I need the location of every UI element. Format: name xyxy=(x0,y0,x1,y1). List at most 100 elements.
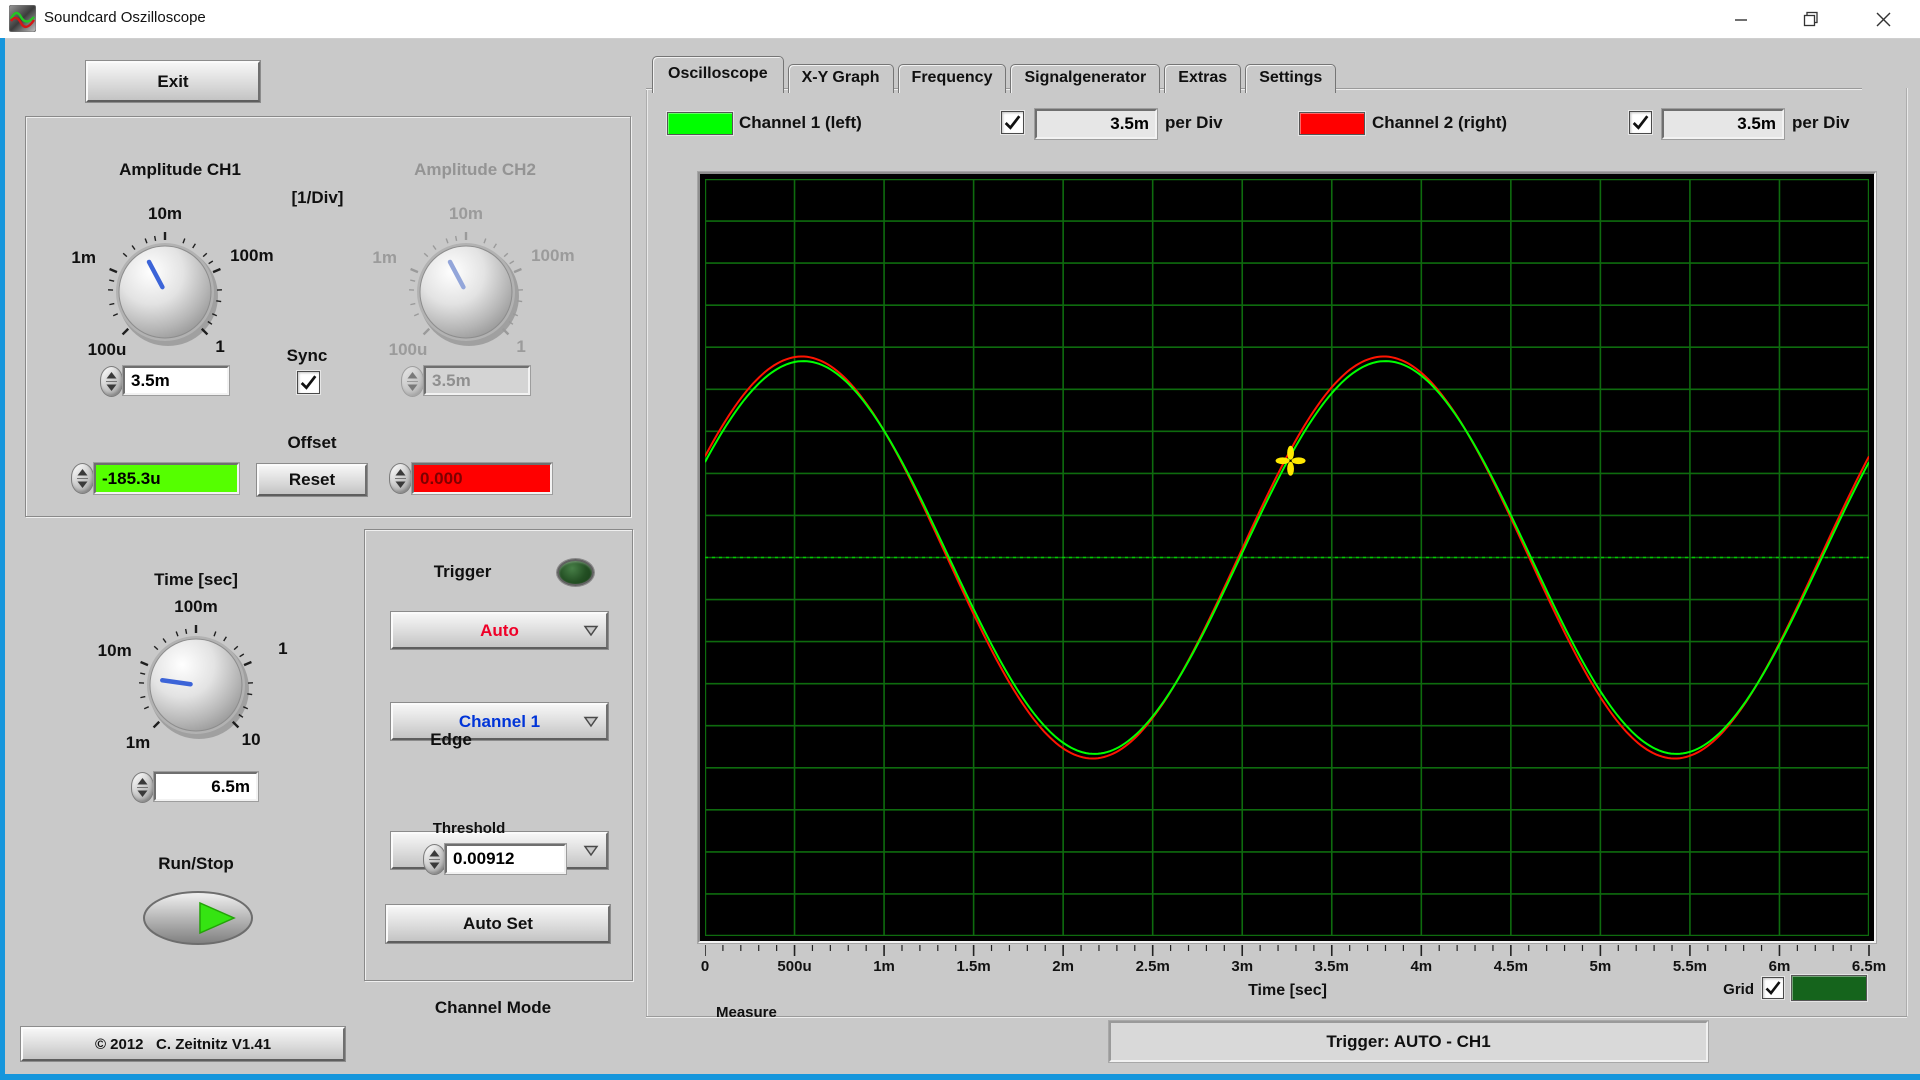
knob-scale-label: 10 xyxy=(241,730,261,750)
channel2-enable-checkbox[interactable] xyxy=(1629,111,1652,134)
amplitude-ch1-value-field[interactable]: 3.5m xyxy=(123,366,229,395)
knob-scale-label: 10m xyxy=(147,204,183,223)
trigger-mode-dropdown[interactable]: Auto xyxy=(391,612,608,649)
knob-scale-label: 1m xyxy=(125,732,151,752)
x-axis-title: Time [sec] xyxy=(1248,982,1327,999)
amplitude-ch1-title: Amplitude CH1 xyxy=(119,160,241,179)
tabpage-right-edge xyxy=(1906,88,1907,1016)
x-axis-tick-label: 6m xyxy=(1768,958,1791,975)
offset-ch1-field[interactable]: -185.3u xyxy=(94,463,239,494)
knob-scale-label: 100u xyxy=(388,339,428,359)
offset-ch2-field[interactable]: 0.000 xyxy=(412,463,552,494)
measure-label: Measure xyxy=(716,1004,777,1021)
x-axis-tick-label: 1.5m xyxy=(956,958,991,975)
time-value-field[interactable]: 6.5m xyxy=(154,772,258,801)
minimize-button[interactable] xyxy=(1712,0,1770,38)
knob-scale-label: 1m xyxy=(71,248,96,268)
exit-button[interactable]: Exit xyxy=(86,61,260,102)
tab-signalgenerator[interactable]: Signalgenerator xyxy=(1010,64,1161,93)
spinner-arrows-icon xyxy=(137,778,148,797)
amplitude-ch1-spinner[interactable] xyxy=(100,366,123,397)
knob-scale-label: 10m xyxy=(448,204,484,223)
offset-label: Offset xyxy=(287,433,337,452)
x-axis-tick-label: 3m xyxy=(1231,958,1254,975)
channel2-color-swatch xyxy=(1299,112,1365,135)
channel1-color-swatch xyxy=(667,112,733,135)
tab-oscilloscope[interactable]: Oscilloscope xyxy=(652,56,784,93)
tab-frequency[interactable]: Frequency xyxy=(897,64,1007,93)
app-icon xyxy=(8,4,37,37)
check-icon xyxy=(1632,115,1649,130)
oscilloscope-plot[interactable] xyxy=(705,179,1869,936)
knob-scale-label: 100u xyxy=(87,339,127,359)
channel2-per-div-field[interactable]: 3.5m xyxy=(1662,109,1784,139)
x-axis-tick-label: 6.5m xyxy=(1851,958,1887,975)
close-button[interactable] xyxy=(1854,0,1912,38)
x-axis-tick-label: 5m xyxy=(1589,958,1612,975)
auto-set-button[interactable]: Auto Set xyxy=(386,905,610,943)
spinner-arrows-icon xyxy=(395,469,406,488)
grid-label: Grid xyxy=(1723,981,1754,998)
maximize-restore-button[interactable] xyxy=(1782,0,1840,38)
knob-scale-label: 1 xyxy=(516,337,526,357)
knob-scale-label: 1 xyxy=(215,337,225,357)
x-axis-tick-label: 3.5m xyxy=(1314,958,1349,975)
x-axis-ruler xyxy=(705,945,1870,956)
chevron-down-icon xyxy=(583,845,599,856)
offset-reset-button[interactable]: Reset xyxy=(257,464,367,496)
knob-scale-label: 1m xyxy=(372,248,397,268)
channel2-per-div-label: per Div xyxy=(1792,113,1850,132)
channel1-per-div-field[interactable]: 3.5m xyxy=(1035,109,1157,139)
offset-ch2-spinner[interactable] xyxy=(389,463,412,494)
channel1-enable-checkbox[interactable] xyxy=(1001,111,1024,134)
chevron-down-icon xyxy=(583,625,599,636)
channel2-label: Channel 2 (right) xyxy=(1372,113,1508,132)
window-border-bottom xyxy=(0,1074,1920,1080)
run-stop-icon xyxy=(143,891,253,945)
minimize-icon xyxy=(1735,19,1747,21)
tab-x-y-graph[interactable]: X-Y Graph xyxy=(787,64,894,93)
sync-checkbox[interactable] xyxy=(297,371,320,394)
grid-color-swatch[interactable] xyxy=(1791,975,1867,1001)
window-border-left xyxy=(0,38,5,1080)
amplitude-unit-label: [1/Div] xyxy=(291,188,344,207)
run-stop-button[interactable] xyxy=(142,890,255,952)
spinner-arrows-icon xyxy=(407,372,418,391)
title-bar: Soundcard Oszilloscope xyxy=(0,0,1920,39)
amplitude-ch2-title: Amplitude CH2 xyxy=(414,160,536,179)
version-button[interactable]: © 2012 C. Zeitnitz V1.41 xyxy=(21,1027,345,1061)
trigger-threshold-field[interactable]: 0.00912 xyxy=(445,844,566,874)
tabpage-bottom-edge xyxy=(646,1016,1907,1017)
knob-scale-label: 100m xyxy=(230,246,274,266)
check-icon xyxy=(1004,115,1021,130)
run-stop-label: Run/Stop xyxy=(158,854,234,873)
tab-bar: Oscilloscope X-Y Graph Frequency Signalgene… xyxy=(652,56,1340,93)
trigger-threshold-spinner[interactable] xyxy=(423,844,446,875)
window-title: Soundcard Oszilloscope xyxy=(44,9,206,26)
x-axis-tick-labels: 0 500u 1m 1.5m 2m 2.5m 3m 3.5m 4m 4.5m 5m 5.5m 6m 6.5… xyxy=(701,958,1886,978)
amplitude-ch1-knob[interactable]: 100u 1m 10m 100m 1 xyxy=(55,195,275,387)
x-axis-tick-label: 2.5m xyxy=(1135,958,1170,975)
check-icon xyxy=(1765,981,1781,995)
time-spinner[interactable] xyxy=(131,772,154,803)
channel-mode-label: Channel Mode xyxy=(434,998,552,1017)
trigger-led xyxy=(557,559,594,586)
x-axis-tick-label: 2m xyxy=(1052,958,1074,975)
offset-ch1-spinner[interactable] xyxy=(71,463,94,494)
channel1-per-div-label: per Div xyxy=(1165,113,1223,132)
chevron-down-icon xyxy=(583,716,599,727)
channel1-label: Channel 1 (left) xyxy=(739,113,862,132)
tab-settings[interactable]: Settings xyxy=(1245,64,1337,93)
knob-scale-label: 100m xyxy=(174,597,218,616)
tab-extras[interactable]: Extras xyxy=(1164,64,1242,93)
amplitude-ch2-knob: 100u 1m 10m 100m 1 xyxy=(356,195,576,387)
trigger-title: Trigger xyxy=(433,562,492,581)
check-icon xyxy=(300,375,317,390)
sync-label: Sync xyxy=(286,346,328,365)
trigger-edge-label: Edge xyxy=(430,730,472,749)
close-icon xyxy=(1876,12,1890,26)
grid-checkbox[interactable] xyxy=(1762,977,1784,999)
time-knob[interactable]: 1m 10m 100m 1 10 xyxy=(86,588,306,780)
x-axis-tick-label: 4m xyxy=(1410,958,1433,975)
amplitude-ch2-spinner xyxy=(401,366,424,397)
